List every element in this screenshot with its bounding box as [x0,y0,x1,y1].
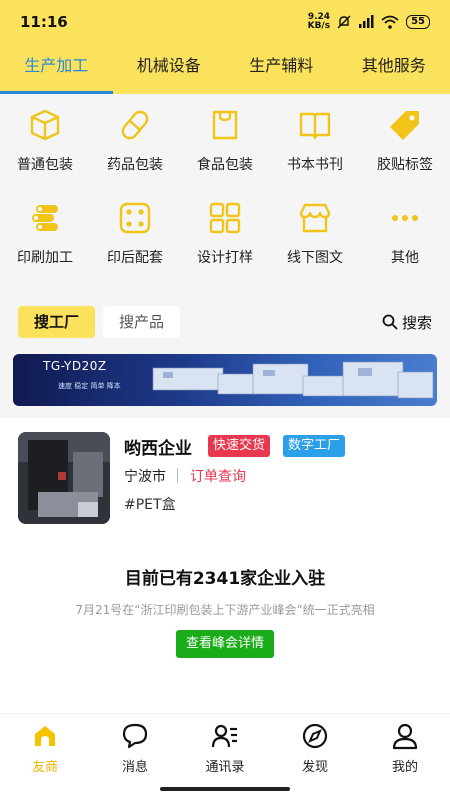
company-name[interactable]: 哟西企业 [124,434,192,459]
category-label: 药品包装 [107,157,163,173]
status-bar: 11:16 9.24 KB/s 55 [0,0,450,44]
shop-icon [299,203,331,233]
category-label: 普通包装 [17,157,73,173]
factory-photo [18,432,110,524]
nav-label: 发现 [301,760,328,775]
enterprise-count: 目前已有2341家企业入驻 [124,569,326,589]
tab-search-factory[interactable]: 搜工厂 [18,306,96,338]
dice-icon [119,202,151,234]
status-icons: 9.24 KB/s 55 [308,13,430,31]
category-medicine-packaging[interactable]: 药品包装 [90,108,180,198]
status-time: 11:16 [20,13,68,31]
network-speed: 9.24 KB/s [308,13,330,31]
nav-contacts[interactable]: 通讯录 [180,714,270,781]
category-food-packaging[interactable]: 食品包装 [180,108,270,198]
home-indicator-bar [0,781,450,800]
category-label: 印后配套 [107,250,163,266]
pill-icon [121,110,149,140]
bottom-nav: 友商 消息 通讯录 发现 我的 [0,713,450,781]
tab-machinery[interactable]: 机械设备 [113,44,226,94]
category-labels[interactable]: 胶贴标签 [360,108,450,198]
home-icon [35,726,55,746]
chat-bubble-icon [122,723,148,749]
signal-icon [359,15,374,28]
nav-label: 通讯录 [205,760,245,775]
machine-illustration [152,361,434,399]
tab-materials[interactable]: 生产辅料 [225,44,338,94]
category-printing[interactable]: 印刷加工 [0,201,90,291]
product-keyword: #PET盒 [124,497,176,513]
nav-label: 我的 [391,760,418,775]
box-icon [30,109,60,141]
tab-other-services[interactable]: 其他服务 [338,44,450,94]
nav-label: 友商 [31,760,58,775]
promo-banner[interactable]: TG-YD20Z 速度 稳定 简单 降本 [13,354,437,406]
order-query-link[interactable]: 订单查询 [190,466,246,486]
grid-icon [209,202,241,234]
summit-details-button[interactable]: 查看峰会详情 [176,630,274,658]
nav-friends[interactable]: 友商 [0,714,90,781]
nav-messages[interactable]: 消息 [90,714,180,781]
more-icon [392,215,418,221]
category-label: 食品包装 [197,157,253,173]
category-books[interactable]: 书本书刊 [270,108,360,198]
divider [177,468,178,483]
tag-digital-factory: 数字工厂 [283,435,346,457]
search-icon [382,314,398,330]
category-offline-graphics[interactable]: 线下图文 [270,201,360,291]
category-grid: 普通包装 药品包装 食品包装 书本书刊 胶贴标签 印刷加工 印后配套 设计打样 … [0,94,450,294]
tag-fast-delivery: 快速交货 [208,435,271,457]
network-speed-unit: KB/s [307,21,331,31]
category-post-press[interactable]: 印后配套 [90,201,180,291]
search-button[interactable]: 搜索 [382,312,432,333]
food-bag-icon [212,110,238,140]
search-bar: 搜工厂 搜产品 搜索 [0,300,450,344]
wifi-icon [381,15,399,29]
tag-icon [390,111,419,140]
print-roll-icon [32,205,58,231]
nav-me[interactable]: 我的 [360,714,450,781]
contacts-icon [211,724,237,748]
nav-label: 消息 [121,760,148,775]
company-city: 宁波市 [124,469,166,485]
tab-production[interactable]: 生产加工 [0,44,113,94]
book-icon [299,112,331,140]
compass-icon [302,723,328,749]
battery-indicator: 55 [406,15,430,29]
search-label: 搜索 [401,313,432,332]
category-other[interactable]: 其他 [360,201,450,291]
nav-discover[interactable]: 发现 [270,714,360,781]
summit-notice: 7月21号在“浙江印刷包装上下游产业峰会”统一正式亮相 [75,603,375,617]
tab-search-product[interactable]: 搜产品 [103,306,181,338]
mute-icon [337,15,351,29]
company-photo[interactable] [18,432,110,524]
category-design-sample[interactable]: 设计打样 [180,201,270,291]
category-label: 胶贴标签 [377,157,433,173]
category-label: 书本书刊 [287,157,343,173]
home-indicator[interactable] [160,787,290,791]
top-tab-bar: 生产加工 机械设备 生产辅料 其他服务 [0,44,450,94]
category-label: 线下图文 [287,250,343,266]
company-card: 哟西企业 快速交货 数字工厂 宁波市 订单查询 #PET盒 目前已有2341家企… [0,418,450,713]
category-label: 其他 [391,250,419,266]
category-label: 设计打样 [197,250,253,266]
category-label: 印刷加工 [17,250,73,266]
category-general-packaging[interactable]: 普通包装 [0,108,90,198]
user-icon [392,723,418,750]
